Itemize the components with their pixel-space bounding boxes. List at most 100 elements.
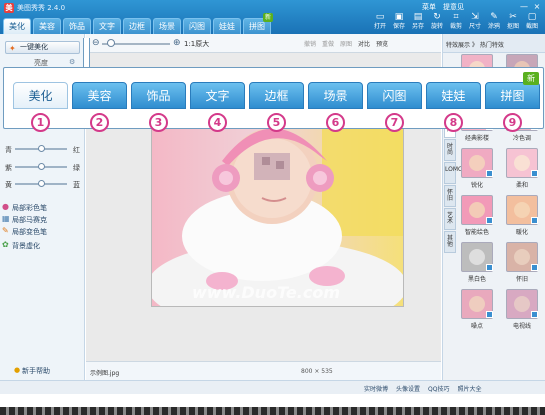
minimize-button[interactable]: —	[519, 2, 529, 11]
undo-button[interactable]: 撤销	[304, 39, 316, 48]
effect-thumb-black-white[interactable]: 黑白色	[456, 242, 498, 286]
tab-other[interactable]: 其他	[444, 231, 456, 253]
recolor-brush-icon: ✎	[2, 226, 9, 235]
color-brush-tool[interactable]: ● 局部彩色笔	[2, 203, 47, 213]
callout-tab-text[interactable]: 文字 4	[190, 82, 245, 132]
zoom-slider-knob[interactable]	[107, 39, 115, 47]
close-button[interactable]: ×	[532, 2, 542, 11]
slider-knob[interactable]	[38, 163, 45, 170]
filmstrip-decoration	[0, 394, 545, 415]
effect-thumb-sharpen[interactable]: 锐化	[456, 148, 498, 192]
callout-pointer	[83, 38, 90, 68]
tab-beautify[interactable]: 美化	[3, 18, 31, 34]
circled-number: 7	[385, 113, 404, 132]
yellow-blue-slider[interactable]: 黄 蓝	[5, 180, 80, 189]
background-blur-label: 背景虚化	[12, 242, 40, 250]
circled-number: 2	[90, 113, 109, 132]
rotate-button[interactable]: ↻ 旋转	[429, 12, 445, 31]
tab-collage[interactable]: 拼图 新	[243, 13, 273, 34]
cyan-red-slider[interactable]: 青 红	[5, 145, 80, 154]
effect-label: 电视线	[512, 323, 531, 330]
new-badge: 新	[523, 72, 539, 85]
zoom-out-icon[interactable]: ⊖	[92, 38, 100, 48]
qq-tips-link[interactable]: QQ技巧	[428, 384, 449, 393]
effect-label: 噪点	[470, 323, 483, 330]
save-as-label: 另存	[411, 23, 424, 30]
circled-number: 4	[208, 113, 227, 132]
zoom-actual-size[interactable]: 1:1原大	[184, 39, 209, 49]
app-title: 美图秀秀 2.4.0	[17, 4, 66, 12]
compare-button[interactable]: 对比	[358, 39, 370, 48]
tab-doll[interactable]: 娃娃	[213, 18, 241, 34]
main-toolbar: ▭ 打开 ▣ 保存 ▤ 另存 ↻ 旋转 ⌗ 裁剪 ⇲ 尺寸 ✎ 涂鸦 ✂ 抠图 ▢ 截图	[372, 12, 540, 31]
callout-tab-border[interactable]: 边框 5	[249, 82, 304, 132]
save-button[interactable]: ▣ 保存	[391, 12, 407, 31]
callout-tab-doll[interactable]: 娃娃 8	[426, 82, 481, 132]
lightbulb-icon: ●	[14, 366, 21, 374]
redo-button[interactable]: 重做	[322, 39, 334, 48]
save-label: 保存	[392, 23, 405, 30]
tab-vintage[interactable]: 怀旧	[444, 185, 456, 207]
open-button[interactable]: ▭ 打开	[372, 12, 388, 31]
crop-button[interactable]: ⌗ 裁剪	[448, 12, 464, 31]
help-label: 新手帮助	[22, 367, 50, 375]
photo-canvas[interactable]: www.DuoTe.com	[151, 115, 404, 307]
cutout-button[interactable]: ✂ 抠图	[505, 12, 521, 31]
top-links: 菜单 提意见	[422, 2, 464, 12]
callout-tab-beautify[interactable]: 美化 1	[13, 82, 68, 132]
callout-tab-collage[interactable]: 拼图 9	[485, 82, 540, 132]
zoom-in-icon[interactable]: ⊕	[173, 38, 181, 48]
tab-label: 场景	[323, 89, 348, 103]
purple-green-slider[interactable]: 紫 绿	[5, 163, 80, 172]
recolor-brush-tool[interactable]: ✎ 局部变色笔	[2, 227, 47, 237]
mosaic-tool[interactable]: ▦ 局部马赛克	[2, 215, 47, 225]
circled-number: 5	[267, 113, 286, 132]
effect-thumb-tv-lines[interactable]: 电视线	[501, 289, 543, 333]
callout-tab-flash[interactable]: 闪图 7	[367, 82, 422, 132]
tab-lomo[interactable]: LOMO	[444, 162, 463, 184]
tab-accessories[interactable]: 饰品	[63, 18, 91, 34]
purple-label: 紫	[5, 164, 12, 172]
effect-flag-icon	[531, 264, 538, 271]
one-key-beautify-button[interactable]: ✦ 一键美化	[5, 41, 80, 54]
callout-tab-cosmetic[interactable]: 美容 2	[72, 82, 127, 132]
title-bar: 美 美图秀秀 2.4.0 菜单 提意见 — × 美化 美容 饰品 文字 边框 场…	[0, 0, 545, 34]
original-button[interactable]: 原图	[340, 39, 352, 48]
tab-fashion[interactable]: 时尚	[444, 139, 456, 161]
doodle-button[interactable]: ✎ 涂鸦	[486, 12, 502, 31]
tab-scene[interactable]: 场景	[153, 18, 181, 34]
feedback-link[interactable]: 提意见	[443, 2, 464, 12]
circled-number: 1	[31, 113, 50, 132]
window-controls: — ×	[519, 2, 542, 11]
photo-gallery-link[interactable]: 照片大全	[457, 384, 481, 393]
tab-text[interactable]: 文字	[93, 18, 121, 34]
screenshot-button[interactable]: ▢ 截图	[524, 12, 540, 31]
effect-label: 柔和	[515, 182, 528, 189]
effect-label: 怀旧	[515, 276, 528, 283]
preview-button[interactable]: 预览	[376, 39, 388, 48]
effect-thumb-warm[interactable]: 暖化	[501, 195, 543, 239]
save-as-button[interactable]: ▤ 另存	[410, 12, 426, 31]
effect-thumb-noise[interactable]: 噪点	[456, 289, 498, 333]
green-label: 绿	[73, 164, 80, 172]
effect-thumb-soft[interactable]: 柔和	[501, 148, 543, 192]
callout-tab-accessories[interactable]: 饰品 3	[131, 82, 186, 132]
menu-link[interactable]: 菜单	[422, 2, 436, 12]
beginner-help-link[interactable]: ● 新手帮助	[14, 366, 50, 376]
callout-tab-scene[interactable]: 场景 6	[308, 82, 363, 132]
tab-border[interactable]: 边框	[123, 18, 151, 34]
effect-thumb-vintage[interactable]: 怀旧	[501, 242, 543, 286]
tab-flash[interactable]: 闪图	[183, 18, 211, 34]
weibo-link[interactable]: 实时微博	[364, 384, 388, 393]
resize-button[interactable]: ⇲ 尺寸	[467, 12, 483, 31]
settings-icon[interactable]: ⚙	[69, 58, 75, 66]
bottom-links: 实时微博 头像设置 QQ技巧 照片大全	[364, 384, 482, 393]
edit-controls: 撤销 重做 原图 对比 预览	[304, 39, 388, 48]
tab-art[interactable]: 艺术	[444, 208, 456, 230]
slider-knob[interactable]	[38, 180, 45, 187]
avatar-setting-link[interactable]: 头像设置	[396, 384, 420, 393]
background-blur-tool[interactable]: ✿ 背景虚化	[2, 241, 40, 251]
effect-thumb-smart-color[interactable]: 智能绘色	[456, 195, 498, 239]
slider-knob[interactable]	[38, 145, 45, 152]
tab-cosmetic[interactable]: 美容	[33, 18, 61, 34]
